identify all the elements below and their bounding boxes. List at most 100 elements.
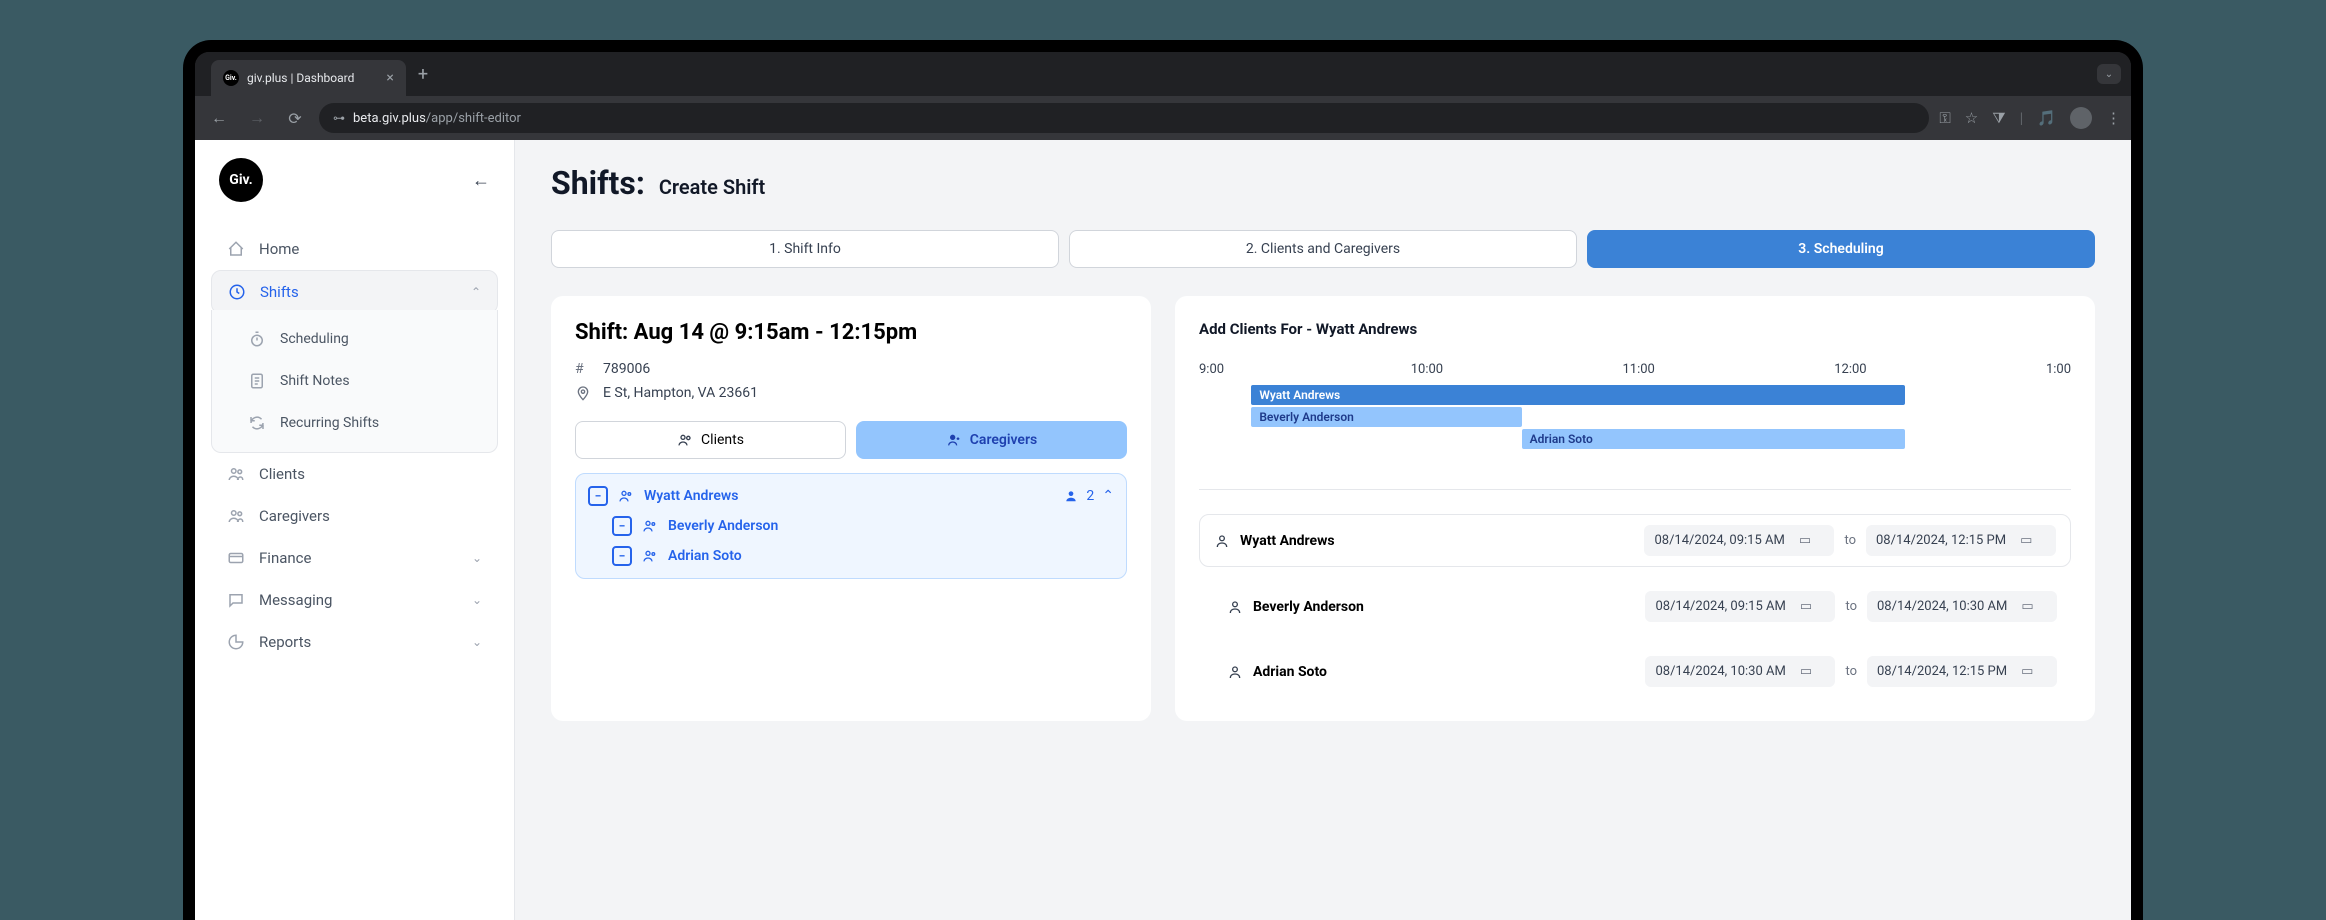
nav-messaging[interactable]: Messaging ⌄ <box>211 579 498 621</box>
collapse-icon[interactable]: − <box>612 546 632 566</box>
end-datetime-input[interactable]: 08/14/2024, 12:15 PM ▭ <box>1866 525 2056 556</box>
nav-home[interactable]: Home <box>211 228 498 270</box>
row-name: Adrian Soto <box>1227 664 1635 680</box>
nav-sub-label: Shift Notes <box>280 373 350 389</box>
clients-tab[interactable]: Clients <box>575 421 846 459</box>
user-icon <box>642 518 658 534</box>
calendar-icon: ▭ <box>2020 533 2032 548</box>
user-icon <box>642 548 658 564</box>
group-lead-name[interactable]: Wyatt Andrews <box>644 488 738 504</box>
start-datetime-input[interactable]: 08/14/2024, 09:15 AM ▭ <box>1644 525 1834 556</box>
url-field[interactable]: ⊶ beta.giv.plus/app/shift-editor <box>319 103 1929 133</box>
timeline-bar[interactable]: Beverly Anderson <box>1251 407 1521 427</box>
nav-scheduling[interactable]: Scheduling <box>212 318 497 360</box>
calendar-icon: ▭ <box>1799 533 1811 548</box>
clients-label: Clients <box>701 432 744 448</box>
nav-sub-label: Recurring Shifts <box>280 415 379 431</box>
nav-shift-notes[interactable]: Shift Notes <box>212 360 497 402</box>
member-name[interactable]: Adrian Soto <box>668 548 742 564</box>
extensions-icon[interactable]: ⧩ <box>1992 109 2005 127</box>
logo[interactable]: Giv. <box>219 158 263 202</box>
divider: | <box>2020 109 2024 127</box>
collapse-icon[interactable]: − <box>612 516 632 536</box>
end-datetime-input[interactable]: 08/14/2024, 10:30 AM ▭ <box>1867 591 2057 622</box>
nav-finance[interactable]: Finance ⌄ <box>211 537 498 579</box>
bookmark-icon[interactable]: ☆ <box>1965 109 1978 127</box>
time-tick: 12:00 <box>1834 362 2046 377</box>
nav-shifts[interactable]: Shifts ⌃ <box>211 270 498 314</box>
nav-label: Home <box>259 240 299 258</box>
kebab-menu-icon[interactable]: ⋮ <box>2106 109 2121 127</box>
clock-icon <box>228 283 246 301</box>
pie-icon <box>227 633 245 651</box>
start-datetime-input[interactable]: 08/14/2024, 09:15 AM ▭ <box>1645 591 1835 622</box>
chevron-up-icon[interactable]: ⌃ <box>1102 488 1114 504</box>
step-scheduling[interactable]: 3. Scheduling <box>1587 230 2095 268</box>
hash-icon: # <box>575 361 591 377</box>
shift-id-row: # 789006 <box>575 361 1127 377</box>
timeline-bar[interactable]: Adrian Soto <box>1522 429 1906 449</box>
schedule-row: Beverly Anderson 08/14/2024, 09:15 AM ▭ … <box>1199 581 2071 632</box>
address-bar: ← → ⟳ ⊶ beta.giv.plus/app/shift-editor ⚿… <box>195 96 2131 140</box>
browser-window: Giv. giv.plus | Dashboard × + ⌄ ← → ⟳ ⊶ … <box>195 52 2131 920</box>
nav-caregivers[interactable]: Caregivers <box>211 495 498 537</box>
location-icon <box>575 385 591 401</box>
shift-address-row: E St, Hampton, VA 23661 <box>575 385 1127 401</box>
caregivers-label: Caregivers <box>970 432 1037 448</box>
role-toggle: Clients Caregivers <box>575 421 1127 459</box>
group-member: − Beverly Anderson <box>588 506 1114 536</box>
step-clients-caregivers[interactable]: 2. Clients and Caregivers <box>1069 230 1577 268</box>
new-tab-icon[interactable]: + <box>418 64 428 85</box>
nav-label: Clients <box>259 465 305 483</box>
nav-label: Caregivers <box>259 507 330 525</box>
shift-details-card: Shift: Aug 14 @ 9:15am - 12:15pm # 78900… <box>551 296 1151 721</box>
calendar-icon: ▭ <box>1800 664 1812 679</box>
nav-list: Home Shifts ⌃ Scheduling <box>195 220 514 671</box>
member-name[interactable]: Beverly Anderson <box>668 518 778 534</box>
to-label: to <box>1845 664 1857 679</box>
collapse-sidebar-icon[interactable]: ← <box>472 170 490 191</box>
end-datetime-input[interactable]: 08/14/2024, 12:15 PM ▭ <box>1867 656 2057 687</box>
group-member: − Adrian Soto <box>588 536 1114 566</box>
start-datetime-input[interactable]: 08/14/2024, 10:30 AM ▭ <box>1645 656 1835 687</box>
content-row: Shift: Aug 14 @ 9:15am - 12:15pm # 78900… <box>551 296 2095 721</box>
nav-sub-label: Scheduling <box>280 331 349 347</box>
nav-label: Reports <box>259 633 311 651</box>
tab-bar: Giv. giv.plus | Dashboard × + ⌄ <box>195 52 2131 96</box>
page-subtitle: Create Shift <box>659 175 765 199</box>
home-icon <box>227 240 245 258</box>
nav-shifts-submenu: Scheduling Shift Notes Recurring Shifts <box>211 310 498 453</box>
time-tick: 9:00 <box>1199 362 1411 377</box>
nav-recurring[interactable]: Recurring Shifts <box>212 402 497 444</box>
step-shift-info[interactable]: 1. Shift Info <box>551 230 1059 268</box>
sidebar-header: Giv. ← <box>195 140 514 220</box>
chevron-down-icon: ⌄ <box>472 551 482 565</box>
nav-clients[interactable]: Clients <box>211 453 498 495</box>
person-icon <box>1227 599 1243 615</box>
time-tick: 11:00 <box>1622 362 1834 377</box>
reload-icon[interactable]: ⟳ <box>281 109 309 128</box>
main-content: Shifts: Create Shift 1. Shift Info 2. Cl… <box>515 140 2131 920</box>
close-tab-icon[interactable]: × <box>386 70 393 86</box>
nav-reports[interactable]: Reports ⌄ <box>211 621 498 663</box>
profile-avatar[interactable] <box>2070 107 2092 129</box>
timeline-bar[interactable]: Wyatt Andrews <box>1251 385 1905 405</box>
time-tick: 10:00 <box>1411 362 1623 377</box>
password-icon[interactable]: ⚿ <box>1939 109 1950 127</box>
wizard-steps: 1. Shift Info 2. Clients and Caregivers … <box>551 230 2095 268</box>
site-info-icon[interactable]: ⊶ <box>333 111 345 125</box>
collapse-icon[interactable]: − <box>588 486 608 506</box>
forward-icon[interactable]: → <box>243 108 271 128</box>
back-icon[interactable]: ← <box>205 108 233 128</box>
scheduling-card: Add Clients For - Wyatt Andrews 9:00 10:… <box>1175 296 2095 721</box>
sidebar: Giv. ← Home Shifts ⌃ <box>195 140 515 920</box>
person-icon <box>1227 664 1243 680</box>
browser-tab[interactable]: Giv. giv.plus | Dashboard × <box>211 60 406 96</box>
music-icon[interactable]: 🎵 <box>2037 109 2056 127</box>
caregiver-group: − Wyatt Andrews 2 ⌃ − <box>575 473 1127 579</box>
shift-id: 789006 <box>603 361 650 377</box>
schedule-rows: Wyatt Andrews 08/14/2024, 09:15 AM ▭ to … <box>1199 489 2071 697</box>
tab-overflow-icon[interactable]: ⌄ <box>2097 64 2121 84</box>
caregivers-tab[interactable]: Caregivers <box>856 421 1127 459</box>
user-icon <box>618 488 634 504</box>
